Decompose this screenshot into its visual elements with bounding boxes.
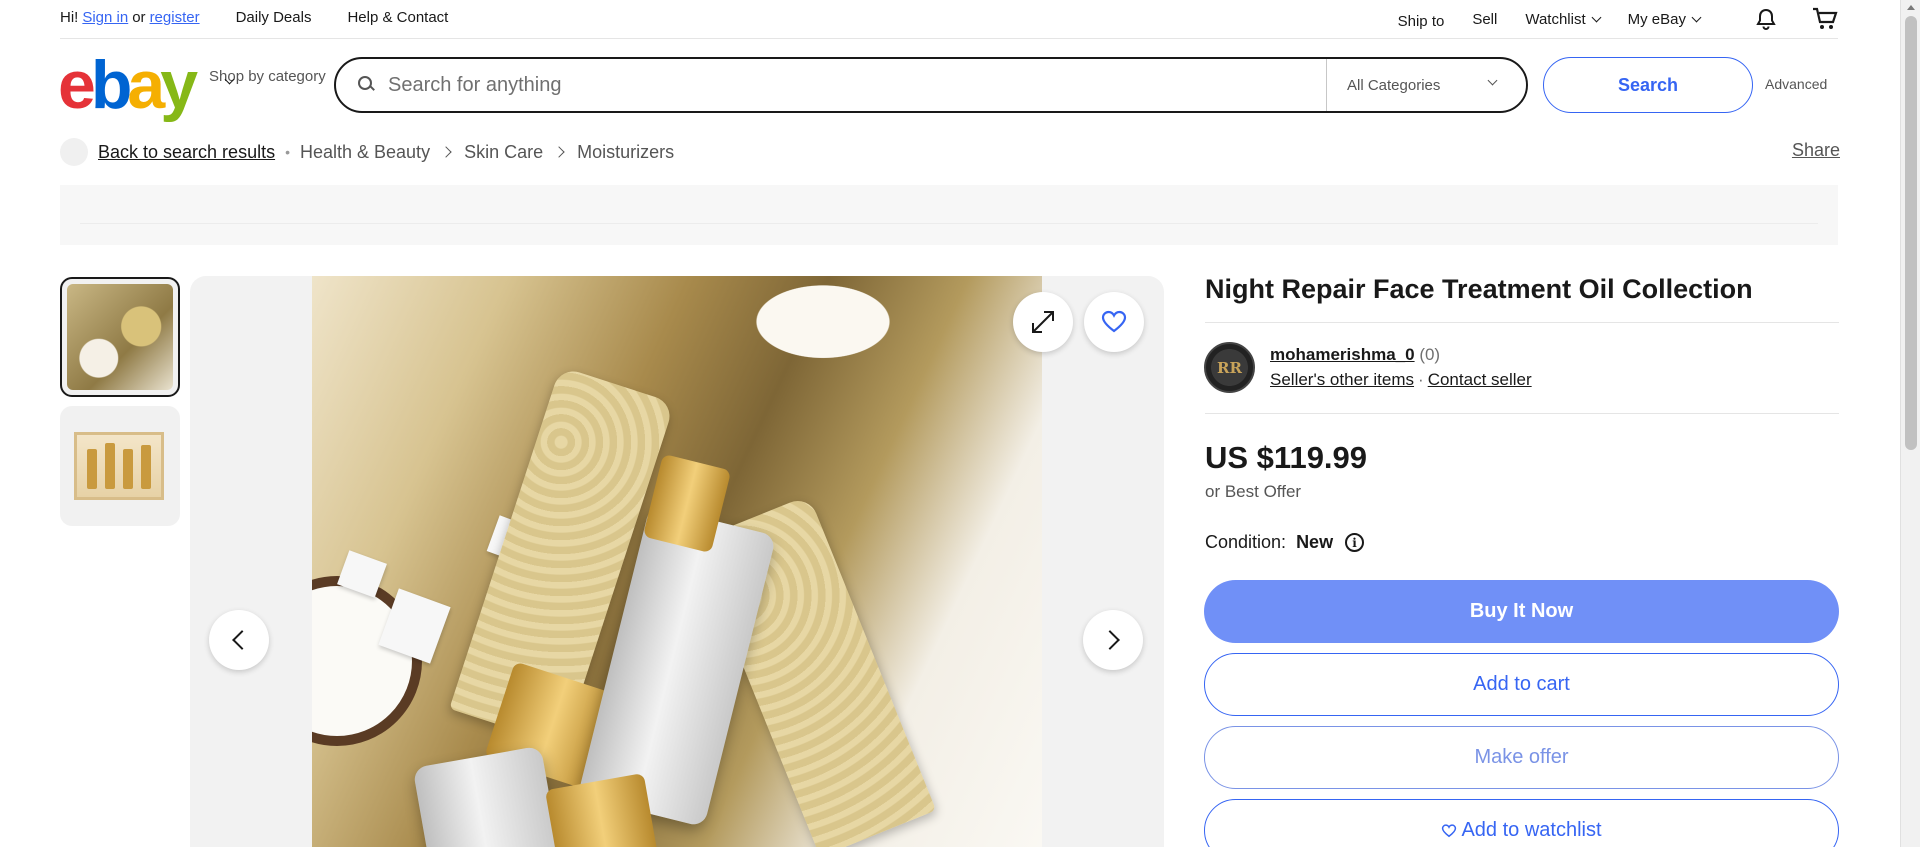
sign-in-link[interactable]: Sign in	[82, 9, 128, 26]
expand-image-button[interactable]	[1013, 292, 1073, 352]
ad-banner-placeholder	[60, 185, 1838, 245]
chevron-down-icon	[1691, 12, 1702, 22]
condition-row: Condition: New i	[1205, 532, 1365, 553]
seller-avatar[interactable]: RR	[1204, 342, 1255, 393]
or-text: or	[132, 9, 146, 26]
breadcrumb: Back to search results • Health & Beauty…	[60, 138, 674, 166]
seller-name-link[interactable]: mohamerishma_0	[1270, 345, 1415, 364]
top-nav-left: Hi! Sign in or register Daily Deals Help…	[60, 9, 448, 26]
product-thumbnail-image	[74, 432, 164, 500]
previous-image-button[interactable]	[209, 610, 269, 670]
add-to-cart-button[interactable]: Add to cart	[1204, 653, 1839, 716]
ebay-logo[interactable]: ebay	[58, 51, 198, 119]
ship-to-label: Ship to	[1397, 12, 1445, 30]
my-ebay-menu[interactable]: My eBay	[1627, 10, 1702, 28]
seller-links: Seller's other items · Contact seller	[1270, 370, 1532, 389]
top-nav-right: Ship to Sell Watchlist My eBay	[1370, 7, 1838, 31]
daily-deals-link[interactable]: Daily Deals	[236, 9, 312, 26]
ship-to-link[interactable]: Ship to	[1398, 13, 1445, 30]
sell-link[interactable]: Sell	[1472, 11, 1497, 28]
chevron-down-icon	[1591, 12, 1602, 22]
best-offer-text: or Best Offer	[1205, 482, 1302, 501]
back-circle-icon	[60, 138, 88, 166]
heart-icon	[1442, 823, 1457, 837]
product-thumbnail-image	[67, 284, 173, 390]
divider	[1205, 322, 1839, 323]
logo-letter: b	[90, 47, 132, 123]
top-nav-bar: Hi! Sign in or register Daily Deals Help…	[60, 0, 1838, 39]
divider	[1205, 413, 1839, 414]
register-link[interactable]: register	[150, 9, 200, 26]
logo-letter: y	[160, 47, 198, 123]
seller-info: mohamerishma_0 (0)	[1270, 345, 1440, 365]
watchlist-menu[interactable]: Watchlist	[1525, 10, 1602, 28]
avatar-monogram: RR	[1217, 358, 1242, 377]
expand-icon	[1032, 311, 1054, 333]
thumbnail-2[interactable]	[60, 406, 180, 526]
page-scrollbar[interactable]	[1900, 0, 1920, 847]
share-link[interactable]: Share	[1792, 140, 1840, 161]
search-button[interactable]: Search	[1543, 57, 1753, 113]
breadcrumb-item[interactable]: Skin Care	[464, 142, 543, 163]
chevron-right-icon	[440, 146, 452, 158]
product-main-image[interactable]	[312, 276, 1042, 847]
contact-seller-link[interactable]: Contact seller	[1428, 370, 1532, 389]
advanced-search-link[interactable]: Advanced	[1765, 76, 1827, 92]
info-icon[interactable]: i	[1345, 533, 1365, 552]
chevron-down-icon	[1487, 75, 1498, 86]
category-select[interactable]: All Categories	[1326, 59, 1526, 111]
back-to-search-link[interactable]: Back to search results	[98, 142, 275, 163]
scroll-up-arrow-icon[interactable]	[1907, 5, 1915, 10]
add-to-watchlist-label: Add to watchlist	[1461, 819, 1602, 841]
cart-icon[interactable]	[1812, 7, 1838, 31]
product-price: US $119.99	[1205, 440, 1368, 475]
next-image-button[interactable]	[1083, 610, 1143, 670]
chevron-right-icon	[1100, 630, 1120, 650]
make-offer-button[interactable]: Make offer	[1204, 726, 1839, 789]
logo-letter: a	[127, 47, 165, 123]
help-contact-link[interactable]: Help & Contact	[347, 9, 448, 26]
chevron-right-icon	[553, 146, 565, 158]
condition-label: Condition:	[1205, 532, 1287, 552]
chevron-left-icon	[232, 630, 252, 650]
add-to-watchlist-button[interactable]: Add to watchlist	[1204, 799, 1839, 847]
breadcrumb-item[interactable]: Health & Beauty	[300, 142, 430, 163]
search-input[interactable]	[388, 73, 1326, 97]
logo-letter: e	[58, 47, 96, 123]
shop-by-category-button[interactable]: Shop by category	[209, 68, 326, 85]
scrollbar-thumb[interactable]	[1905, 16, 1917, 450]
thumbnail-1[interactable]	[60, 277, 180, 397]
heart-icon	[1101, 310, 1127, 333]
seller-other-items-link[interactable]: Seller's other items	[1270, 370, 1414, 389]
favorite-button[interactable]	[1084, 292, 1144, 352]
bell-icon[interactable]	[1754, 7, 1778, 31]
buy-it-now-button[interactable]: Buy It Now	[1204, 580, 1839, 643]
main-image-viewer	[190, 276, 1164, 847]
search-bar: All Categories	[334, 57, 1528, 113]
product-title: Night Repair Face Treatment Oil Collecti…	[1205, 274, 1753, 304]
condition-value: New	[1296, 532, 1334, 552]
search-icon	[356, 74, 378, 96]
my-ebay-label: My eBay	[1627, 10, 1686, 28]
greeting-text: Hi!	[60, 9, 79, 26]
watchlist-label: Watchlist	[1525, 10, 1586, 28]
seller-feedback-count: (0)	[1419, 345, 1441, 364]
category-select-value: All Categories	[1347, 76, 1441, 94]
breadcrumb-item[interactable]: Moisturizers	[577, 142, 674, 163]
sell-label: Sell	[1472, 10, 1498, 28]
